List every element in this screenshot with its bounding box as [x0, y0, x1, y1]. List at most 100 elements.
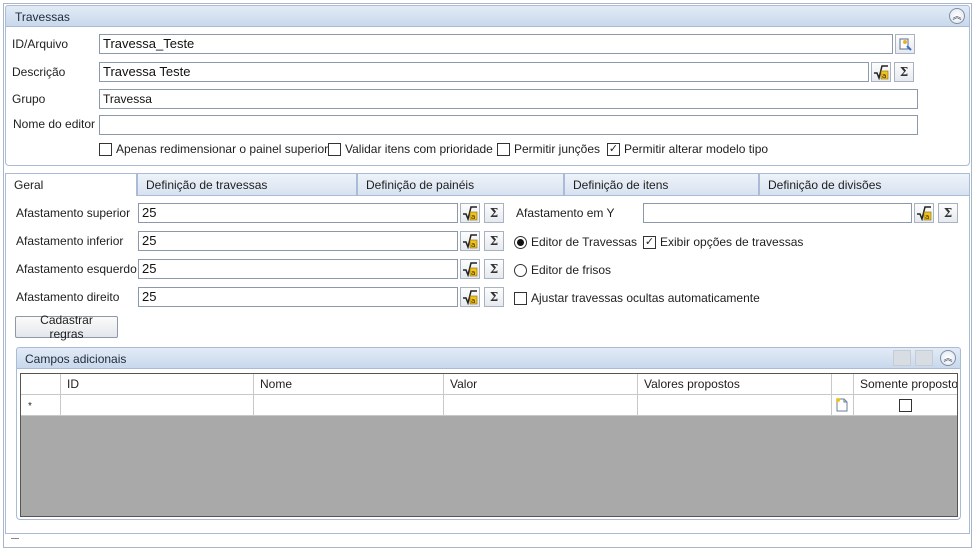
afastamento-y-label: Afastamento em Y: [516, 206, 615, 220]
editor-input[interactable]: [99, 115, 918, 135]
cell-nome[interactable]: [254, 395, 444, 416]
row-selector-header: [21, 374, 61, 395]
inferior-formula-button[interactable]: a: [460, 231, 480, 251]
cadastrar-regras-button[interactable]: Cadastrar regras: [15, 313, 118, 341]
grupo-label: Grupo: [12, 92, 46, 106]
new-row-marker: *: [21, 395, 61, 416]
status-mark: [11, 538, 19, 539]
superior-sigma-button[interactable]: Σ: [484, 203, 504, 223]
checkbox-box: [514, 291, 527, 305]
afastamento-direito-input[interactable]: 25: [138, 287, 458, 307]
collapse-campos-button[interactable]: ︽: [940, 350, 956, 366]
cell-valor[interactable]: [444, 395, 638, 416]
tab-strip: Geral Definição de travessas Definição d…: [5, 173, 970, 196]
tab-definicao-divisoes[interactable]: Definição de divisões: [759, 173, 970, 195]
afastamento-inferior-label: Afastamento inferior: [16, 234, 124, 248]
editor-travessas-label: Editor de Travessas: [531, 235, 638, 249]
y-formula-button[interactable]: a: [914, 203, 934, 223]
column-header-valor[interactable]: Valor: [444, 374, 638, 395]
table-row-new: *: [21, 395, 957, 416]
grupo-input[interactable]: Travessa: [99, 89, 918, 109]
superior-formula-button[interactable]: a: [460, 203, 480, 223]
esquerdo-formula-button[interactable]: a: [460, 259, 480, 279]
afastamento-esquerdo-label: Afastamento esquerdo: [16, 262, 137, 276]
tab-definicao-paineis[interactable]: Definição de painéis: [357, 173, 564, 195]
collapse-top-button[interactable]: ︽: [949, 8, 965, 24]
permitir-juncoes-label: Permitir junções: [514, 142, 601, 156]
apenas-redimensionar-label: Apenas redimensionar o painel superior: [116, 142, 329, 156]
double-chevron-up-icon: ︽: [943, 352, 953, 363]
formula-icon: a: [917, 206, 932, 221]
column-header-nome[interactable]: Nome: [254, 374, 444, 395]
permitir-alterar-checkbox[interactable]: ✓ Permitir alterar modelo tipo: [607, 142, 768, 156]
afastamento-superior-label: Afastamento superior: [16, 206, 131, 220]
afastamento-superior-input[interactable]: 25: [138, 203, 458, 223]
editor-frisos-radio[interactable]: Editor de frisos: [514, 263, 611, 277]
afastamento-y-input[interactable]: [643, 203, 912, 223]
column-header-id[interactable]: ID: [61, 374, 254, 395]
cell-valores-propostos[interactable]: [638, 395, 832, 416]
ajustar-ocultas-checkbox[interactable]: Ajustar travessas ocultas automaticament…: [514, 291, 760, 305]
esquerdo-sigma-button[interactable]: Σ: [484, 259, 504, 279]
campos-adicionais-header: Campos adicionais ︽: [16, 347, 961, 369]
campos-adicionais-title: Campos adicionais: [25, 352, 127, 366]
sigma-icon: Σ: [489, 262, 499, 276]
radio-circle: [514, 263, 527, 277]
descricao-sigma-button[interactable]: Σ: [894, 62, 914, 82]
formula-icon: a: [463, 290, 478, 305]
exibir-opcoes-checkbox[interactable]: ✓ Exibir opções de travessas: [643, 235, 803, 249]
campos-grid: ID Nome Valor Valores propostos Somente …: [20, 373, 958, 517]
formula-icon: a: [874, 65, 889, 80]
editor-travessas-radio[interactable]: Editor de Travessas: [514, 235, 637, 249]
id-input[interactable]: Travessa_Teste: [99, 34, 893, 54]
tab-definicao-travessas[interactable]: Definição de travessas: [137, 173, 357, 195]
svg-text:a: a: [471, 241, 475, 249]
validar-itens-checkbox[interactable]: Validar itens com prioridade: [328, 142, 493, 156]
travessas-header: Travessas ︽: [5, 5, 970, 27]
inferior-sigma-button[interactable]: Σ: [484, 231, 504, 251]
svg-text:a: a: [882, 72, 886, 80]
svg-text:a: a: [925, 213, 929, 221]
svg-text:a: a: [471, 213, 475, 221]
cell-id[interactable]: [61, 395, 254, 416]
cell-somente-propostos: [854, 395, 957, 416]
formula-icon: a: [463, 262, 478, 277]
descricao-input[interactable]: Travessa Teste: [99, 62, 869, 82]
apenas-redimensionar-checkbox[interactable]: Apenas redimensionar o painel superior: [99, 142, 328, 156]
disabled-toolbar-button: [915, 350, 933, 366]
somente-propostos-checkbox[interactable]: [899, 399, 912, 412]
y-sigma-button[interactable]: Σ: [938, 203, 958, 223]
exibir-opcoes-label: Exibir opções de travessas: [660, 235, 804, 249]
svg-text:a: a: [471, 269, 475, 277]
checkbox-box: [497, 142, 510, 156]
editor-frisos-label: Editor de frisos: [531, 263, 612, 277]
checkbox-box-checked: ✓: [643, 235, 656, 249]
permitir-juncoes-checkbox[interactable]: Permitir junções: [497, 142, 600, 156]
sigma-icon: Σ: [899, 65, 909, 79]
valores-propostos-editor-button[interactable]: [832, 395, 854, 416]
sigma-icon: Σ: [489, 206, 499, 220]
tab-definicao-itens[interactable]: Definição de itens: [564, 173, 759, 195]
column-header-valores-propostos[interactable]: Valores propostos: [638, 374, 832, 395]
tab-geral[interactable]: Geral: [5, 173, 137, 196]
descricao-formula-button[interactable]: a: [871, 62, 891, 82]
descricao-label: Descrição: [12, 65, 66, 79]
direito-formula-button[interactable]: a: [460, 287, 480, 307]
direito-sigma-button[interactable]: Σ: [484, 287, 504, 307]
permitir-alterar-label: Permitir alterar modelo tipo: [624, 142, 769, 156]
checkbox-box: [328, 142, 341, 156]
checkbox-box: [99, 142, 112, 156]
file-browse-button[interactable]: [895, 34, 915, 54]
disabled-toolbar-button: [893, 350, 911, 366]
afastamento-inferior-input[interactable]: 25: [138, 231, 458, 251]
svg-text:a: a: [471, 297, 475, 305]
radio-circle-selected: [514, 235, 527, 249]
afastamento-direito-label: Afastamento direito: [16, 290, 120, 304]
id-label: ID/Arquivo: [12, 37, 69, 51]
formula-icon: a: [463, 206, 478, 221]
column-header-somente-propostos[interactable]: Somente propostos: [854, 374, 957, 395]
validar-itens-label: Validar itens com prioridade: [345, 142, 493, 156]
checkbox-box-checked: ✓: [607, 142, 620, 156]
double-chevron-up-icon: ︽: [952, 10, 962, 21]
afastamento-esquerdo-input[interactable]: 25: [138, 259, 458, 279]
